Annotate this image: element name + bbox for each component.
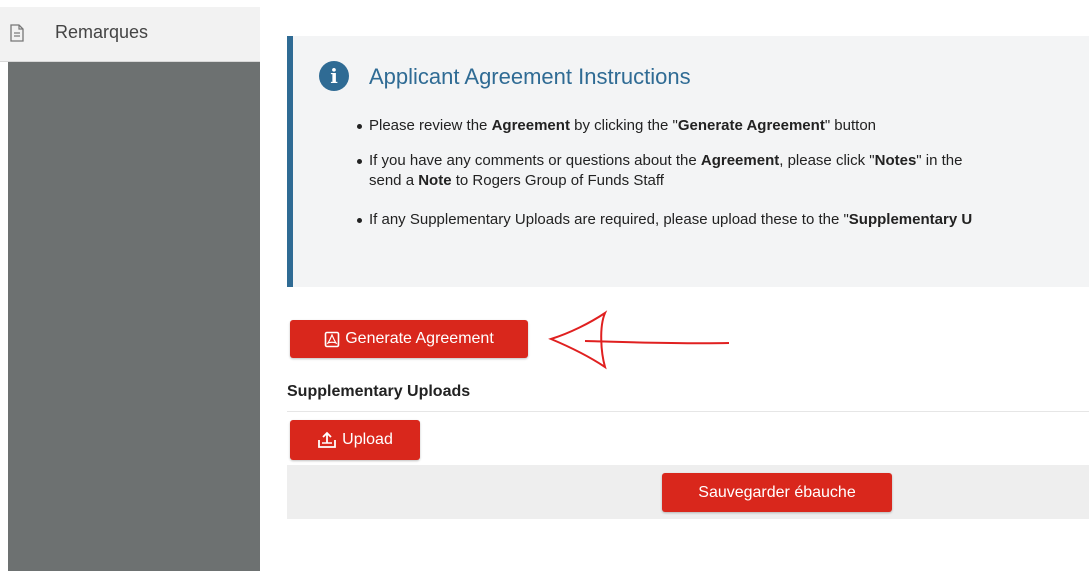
sidebar-panel: [8, 62, 260, 571]
info-icon: i: [319, 61, 349, 91]
save-draft-button[interactable]: Sauvegarder ébauche: [662, 473, 892, 512]
pdf-icon: [324, 331, 340, 347]
upload-label: Upload: [342, 431, 393, 448]
upload-icon: [318, 431, 337, 448]
divider: [287, 411, 1089, 412]
instructions-list: Please review the Agreement by clicking …: [357, 116, 1089, 245]
sidebar-item-label: Remarques: [55, 22, 149, 42]
document-icon: [10, 24, 24, 42]
sidebar-item-remarques[interactable]: Remarques: [0, 7, 260, 62]
instruction-item: Please review the Agreement by clicking …: [357, 116, 1089, 136]
instruction-item: If any Supplementary Uploads are require…: [357, 210, 1089, 230]
generate-agreement-label: Generate Agreement: [345, 330, 494, 347]
instruction-item: If you have any comments or questions ab…: [357, 151, 1089, 191]
supplementary-uploads-title: Supplementary Uploads: [287, 383, 471, 400]
instructions-title: Applicant Agreement Instructions: [369, 64, 691, 89]
generate-agreement-button[interactable]: Generate Agreement: [290, 320, 528, 358]
annotation-arrow: [548, 310, 730, 370]
instructions-box: i Applicant Agreement Instructions Pleas…: [287, 36, 1089, 287]
upload-button[interactable]: Upload: [290, 420, 420, 460]
